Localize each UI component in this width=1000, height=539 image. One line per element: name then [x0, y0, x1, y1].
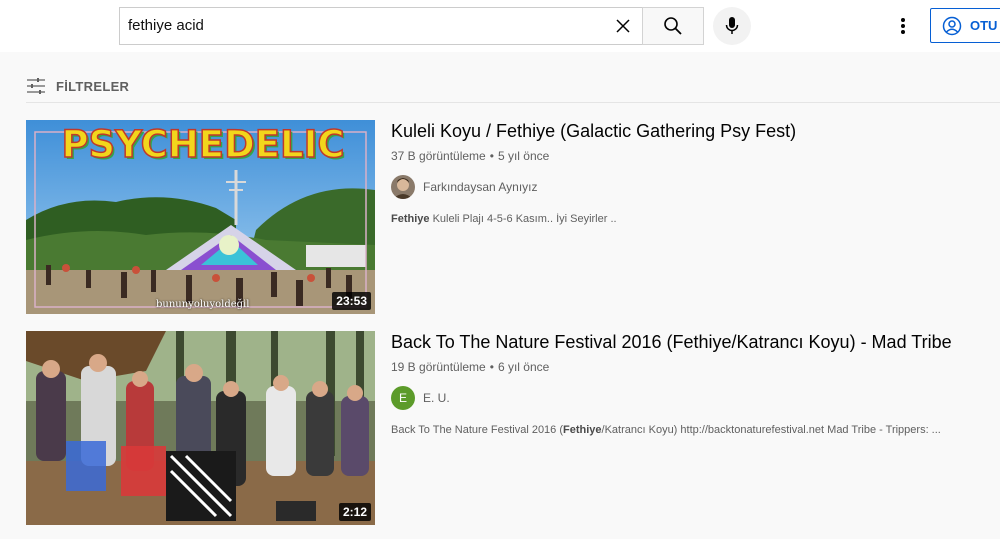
filters-label: FİLTRELER [56, 78, 130, 94]
video-thumbnail[interactable]: PSYCHEDELIC bununyoluyoldeğil 23:53 [26, 120, 375, 314]
meta-separator: • [489, 360, 494, 374]
video-result: 2:12 Back To The Nature Festival 2016 (F… [26, 331, 1000, 525]
description-highlight: Fethiye [391, 213, 430, 225]
close-icon [616, 19, 630, 33]
description-text: Kuleli Plajı 4-5-6 Kasım.. İyi Seyirler … [429, 213, 617, 225]
video-description: Fethiye Kuleli Plajı 4-5-6 Kasım.. İyi S… [391, 213, 976, 225]
channel-name: Farkındaysan Aynıyız [423, 180, 538, 194]
clear-search-button[interactable] [610, 13, 636, 39]
masthead: fethiye acid OTU [0, 0, 1000, 52]
video-result: PSYCHEDELIC bununyoluyoldeğil 23:53 Kule… [26, 120, 1000, 314]
search-icon [664, 17, 682, 35]
view-count: 19 B görüntüleme [391, 360, 486, 374]
video-thumbnail[interactable]: 2:12 [26, 331, 375, 525]
avatar-letter: E [398, 391, 407, 405]
more-options-button[interactable] [889, 12, 917, 40]
microphone-icon [725, 17, 739, 34]
description-text: /Katrancı Koyu) http://backtonaturefesti… [601, 424, 941, 436]
tune-icon [27, 78, 45, 94]
avatar: E [391, 386, 415, 410]
upload-age: 6 yıl önce [497, 360, 550, 374]
upload-age: 5 yıl önce [497, 149, 550, 163]
channel-name: E. U. [423, 391, 450, 405]
meta-separator: • [489, 149, 494, 163]
account-circle-icon [942, 16, 962, 35]
more-vert-icon [901, 18, 905, 34]
video-title[interactable]: Kuleli Koyu / Fethiye (Galactic Gatherin… [391, 119, 991, 143]
thumbnail-watermark: bununyoluyoldeğil [156, 299, 250, 310]
video-description: Back To The Nature Festival 2016 (Fethiy… [391, 424, 976, 436]
avatar [391, 175, 415, 199]
video-duration: 23:53 [332, 292, 371, 310]
search-input[interactable]: fethiye acid [119, 7, 642, 45]
search-button[interactable] [642, 7, 704, 45]
video-info: Back To The Nature Festival 2016 (Fethiy… [391, 331, 991, 436]
thumbnail-image [26, 331, 375, 525]
video-meta: 19 B görüntüleme • 6 yıl önce [391, 360, 991, 374]
view-count: 37 B görüntüleme [391, 149, 486, 163]
search-query-text: fethiye acid [128, 17, 204, 34]
video-meta: 37 B görüntüleme • 5 yıl önce [391, 149, 991, 163]
description-prefix: Back To The Nature Festival 2016 ( [391, 424, 564, 436]
thumbnail-title-text: PSYCHEDELIC [61, 122, 346, 167]
video-title[interactable]: Back To The Nature Festival 2016 (Fethiy… [391, 330, 991, 354]
filters-button[interactable]: FİLTRELER [26, 74, 129, 98]
channel-link[interactable]: Farkındaysan Aynıyız [391, 175, 991, 199]
video-info: Kuleli Koyu / Fethiye (Galactic Gatherin… [391, 120, 991, 225]
sign-in-button[interactable]: OTU [930, 8, 1000, 43]
video-duration: 2:12 [338, 503, 371, 521]
description-highlight: Fethiye [563, 424, 602, 436]
sign-in-label: OTU [970, 18, 998, 33]
voice-search-button[interactable] [713, 7, 751, 45]
divider [26, 102, 1000, 103]
channel-link[interactable]: E E. U. [391, 386, 991, 410]
